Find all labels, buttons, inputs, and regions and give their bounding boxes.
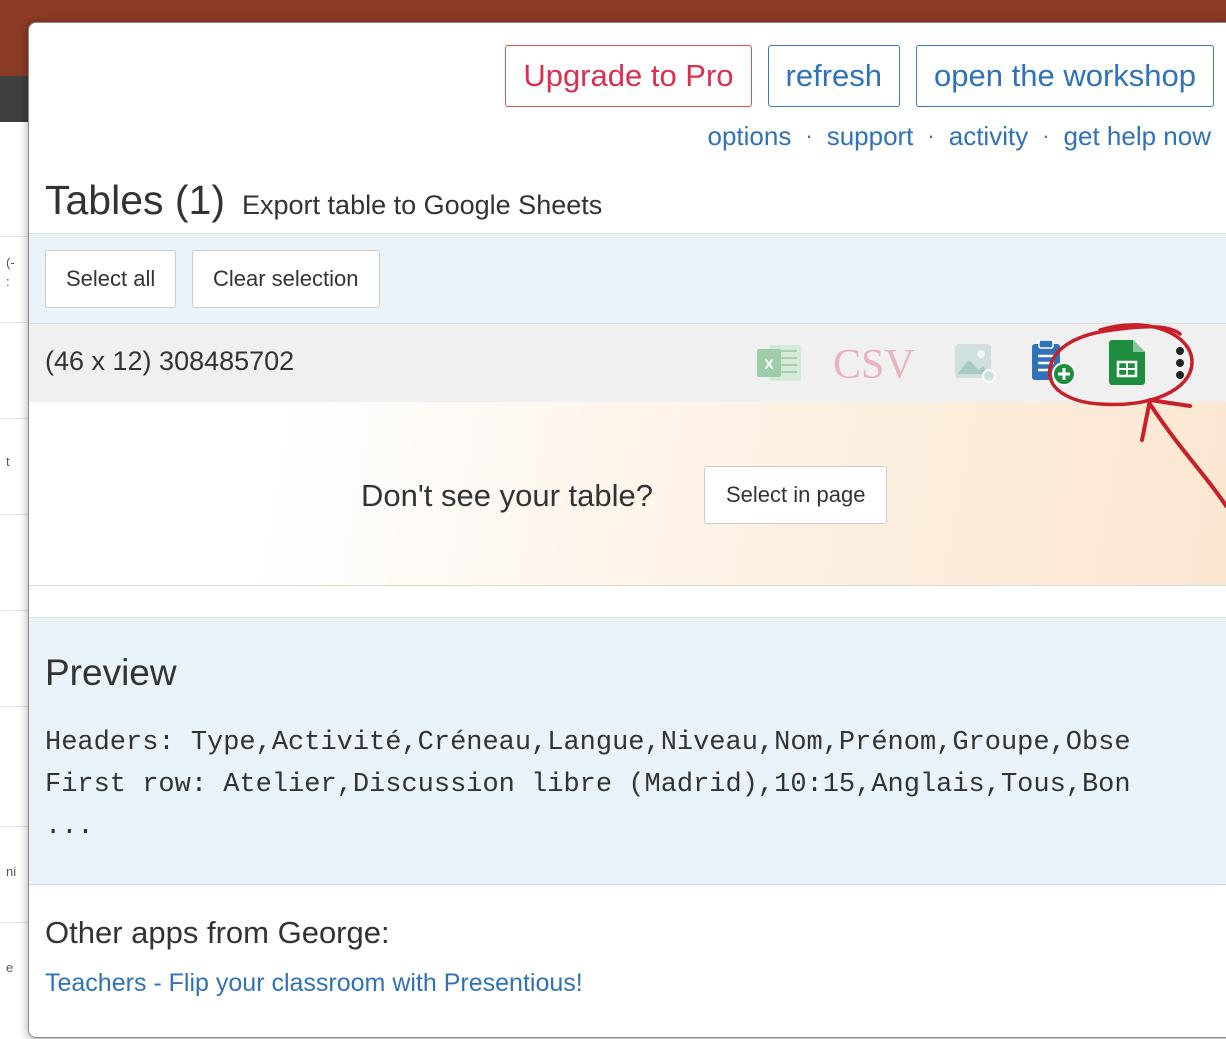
select-in-page-button[interactable]: Select in page [704,466,888,524]
background-text-fragment: t [6,454,10,469]
upgrade-to-pro-button[interactable]: Upgrade to Pro [505,45,752,107]
options-link[interactable]: options [708,121,792,152]
preview-panel: Preview Headers: Type,Activité,Créneau,L… [29,617,1226,885]
preview-content: Headers: Type,Activité,Créneau,Langue,Ni… [45,722,1131,848]
selection-toolbar: Select all Clear selection [29,233,1226,324]
background-divider [0,236,30,237]
link-separator: · [927,123,935,148]
top-actions: Upgrade to Pro refresh open the workshop [505,45,1214,107]
background-divider [0,514,30,515]
get-help-now-link[interactable]: get help now [1064,121,1211,152]
tables-header: Tables (1) Export table to Google Sheets [45,177,602,224]
table-row[interactable]: (46 x 12) 308485702 X CSV [29,323,1226,403]
background-divider [0,922,30,923]
open-workshop-button[interactable]: open the workshop [916,45,1214,107]
missing-table-text: Don't see your table? [361,478,653,513]
more-vertical-icon[interactable] [1173,346,1187,387]
extension-popup: Upgrade to Pro refresh open the workshop… [28,22,1226,1038]
other-apps-title: Other apps from George: [45,915,390,950]
image-icon[interactable] [953,342,997,389]
background-divider [0,706,30,707]
csv-icon[interactable]: CSV [833,338,927,391]
background-divider [0,826,30,827]
excel-icon[interactable]: X [755,343,803,388]
table-name: (46 x 12) 308485702 [45,346,295,376]
help-links: options · support · activity · get help … [708,121,1211,152]
preview-ellipsis: ... [45,812,94,842]
svg-text:X: X [764,356,774,372]
refresh-button[interactable]: refresh [767,45,901,107]
background-divider [0,610,30,611]
google-sheets-icon[interactable] [1107,338,1147,391]
background-divider [0,322,30,323]
background-text-fragment: : [6,274,10,289]
support-link[interactable]: support [827,121,914,152]
background-text-fragment: (- [6,255,15,270]
preview-headers-line: Headers: Type,Activité,Créneau,Langue,Ni… [45,728,1131,758]
link-separator: · [1042,123,1050,148]
presentious-link[interactable]: Teachers - Flip your classroom with Pres… [45,969,583,998]
background-text-fragment: ni [6,864,17,879]
svg-text:CSV: CSV [833,342,915,386]
background-divider [0,418,30,419]
preview-first-row-line: First row: Atelier,Discussion libre (Mad… [45,770,1131,800]
missing-table-panel: Don't see your table? Select in page [29,402,1226,586]
clear-selection-button[interactable]: Clear selection [192,250,380,308]
background-text-fragment: e [6,960,14,975]
preview-title: Preview [45,652,177,693]
activity-link[interactable]: activity [949,121,1028,152]
clipboard-add-icon[interactable] [1029,338,1081,393]
select-all-button[interactable]: Select all [45,250,177,308]
link-separator: · [805,123,813,148]
tables-subtitle: Export table to Google Sheets [242,190,603,220]
tables-title: Tables (1) [45,177,226,223]
